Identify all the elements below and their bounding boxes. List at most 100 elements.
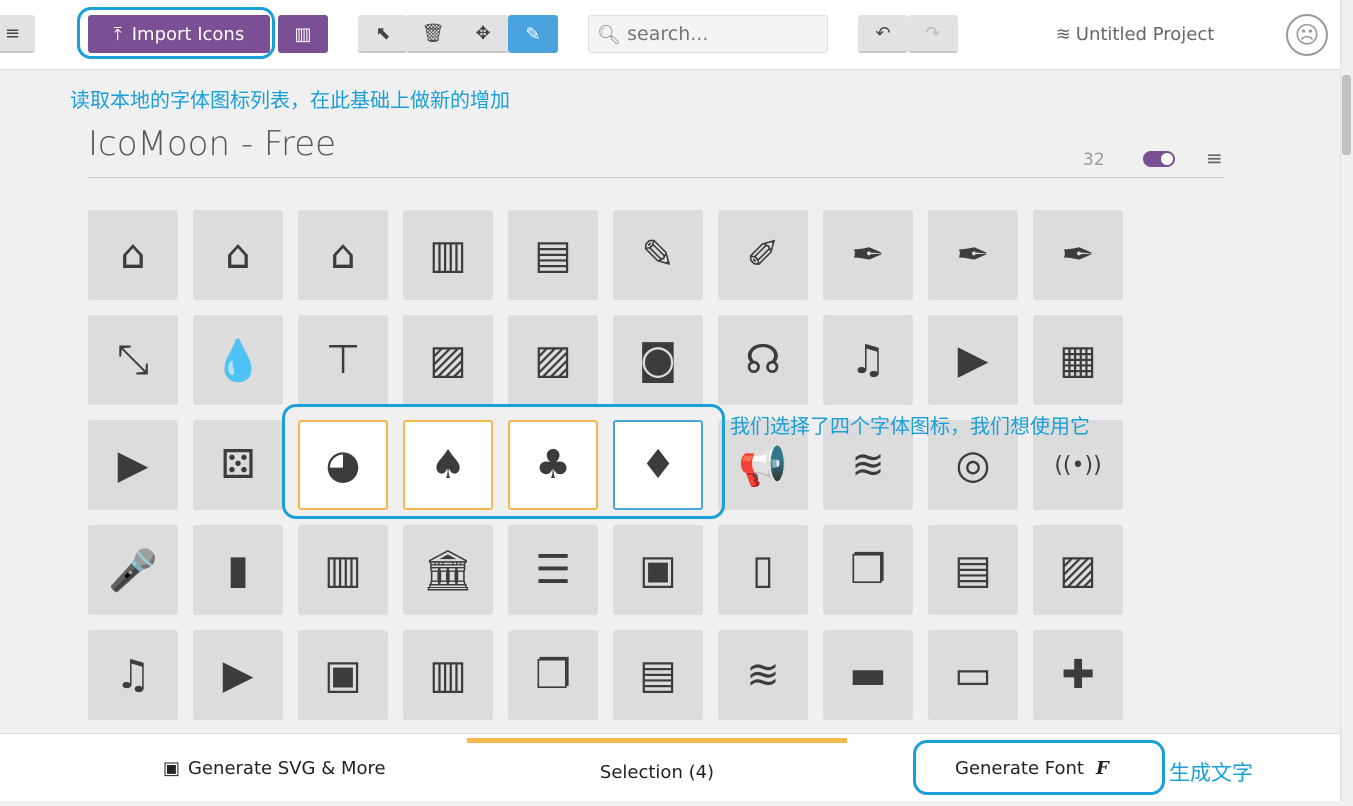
stack-icon: ≋ xyxy=(746,652,780,698)
icon-tile-file-text2[interactable]: ▤ xyxy=(928,525,1018,615)
delete-tool[interactable]: 🗑 xyxy=(408,15,458,53)
icon-tile-film[interactable]: ▦ xyxy=(1033,315,1123,405)
project-name: Untitled Project xyxy=(1075,23,1215,45)
icon-tile-file-text[interactable]: ☰ xyxy=(508,525,598,615)
icon-tile-eyedropper[interactable]: ⤡ xyxy=(88,315,178,405)
icon-tile-image[interactable]: ▨ xyxy=(403,315,493,405)
divider xyxy=(88,177,1225,178)
icon-tile-camera[interactable]: ◙ xyxy=(613,315,703,405)
icon-tile-home2[interactable]: ⌂ xyxy=(193,210,283,300)
trash-icon: 🗑 xyxy=(421,22,445,44)
droplet-icon: 💧 xyxy=(213,337,263,384)
icon-tile-images[interactable]: ▨ xyxy=(508,315,598,405)
icon-tile-file-zip[interactable]: ▥ xyxy=(403,630,493,720)
office-icon: ▥ xyxy=(429,232,467,278)
icon-tile-file-video[interactable]: ▣ xyxy=(298,630,388,720)
icon-tile-folder-open[interactable]: ▭ xyxy=(928,630,1018,720)
icon-tile-file-empty[interactable]: ▯ xyxy=(718,525,808,615)
icon-tile-home3[interactable]: ⌂ xyxy=(298,210,388,300)
selection-tab[interactable]: Selection (4) xyxy=(467,738,847,802)
icon-tile-music[interactable]: ♫ xyxy=(823,315,913,405)
play-icon: ▶ xyxy=(957,337,989,383)
icon-tile-file-play[interactable]: ▶ xyxy=(193,630,283,720)
image-icon: ▣ xyxy=(163,757,181,779)
selection-annotation: 我们选择了四个字体图标，我们想使用它 xyxy=(730,414,1090,438)
folder-open-icon: ▭ xyxy=(954,652,992,698)
icon-tile-play[interactable]: ▶ xyxy=(928,315,1018,405)
icon-tile-dice[interactable]: ⚄ xyxy=(193,420,283,510)
library-button[interactable]: ▥ xyxy=(278,15,328,53)
select-tool[interactable]: ⬉ xyxy=(358,15,408,53)
user-avatar[interactable]: ☹ xyxy=(1286,14,1328,56)
undo-button[interactable]: ↶ xyxy=(858,15,908,53)
redo-button[interactable]: ↷ xyxy=(908,15,958,53)
icon-tile-newspaper[interactable]: ▤ xyxy=(508,210,598,300)
books-icon: ▥ xyxy=(294,23,312,45)
project-menu[interactable]: ≋ Untitled Project xyxy=(1045,15,1225,53)
connection-icon: ≋ xyxy=(851,442,885,488)
music-icon: ♫ xyxy=(850,337,886,383)
home2-icon: ⌂ xyxy=(225,232,251,278)
podcast-icon: ◎ xyxy=(955,442,991,488)
pen-icon: ✒ xyxy=(956,232,990,278)
icon-count: 32 xyxy=(1083,150,1105,170)
copy-icon: ❐ xyxy=(535,652,571,698)
icon-tile-paint-format[interactable]: ⊤ xyxy=(298,315,388,405)
set-toggle[interactable] xyxy=(1143,151,1175,167)
icon-tile-stack[interactable]: ≋ xyxy=(718,630,808,720)
icon-tile-books[interactable]: ▥ xyxy=(298,525,388,615)
search-input[interactable] xyxy=(627,23,818,45)
scrollbar[interactable] xyxy=(1340,0,1353,801)
move-tool[interactable]: ✥ xyxy=(458,15,508,53)
icon-tile-pencil2[interactable]: ✐ xyxy=(718,210,808,300)
pencil-icon: ✎ xyxy=(641,232,675,278)
icon-tile-folder[interactable]: ▬ xyxy=(823,630,913,720)
move-icon: ✥ xyxy=(475,22,491,44)
icon-tile-droplet[interactable]: 💧 xyxy=(193,315,283,405)
icon-tile-folder-plus[interactable]: ✚ xyxy=(1033,630,1123,720)
headphones-icon: ☊ xyxy=(745,337,781,383)
icon-tile-mic[interactable]: 🎤 xyxy=(88,525,178,615)
search-icon: 🔍︎ xyxy=(597,23,622,46)
images-icon: ▨ xyxy=(534,337,572,383)
files-empty-icon: ❐ xyxy=(850,547,886,593)
edit-tool[interactable]: ✎ xyxy=(508,15,558,53)
icon-tile-video-camera[interactable]: ▶ xyxy=(88,420,178,510)
paste-icon: ▤ xyxy=(639,652,677,698)
icon-tile-file-picture[interactable]: ▨ xyxy=(1033,525,1123,615)
menu-button[interactable]: ≡ xyxy=(0,15,35,53)
icon-set-title: IcoMoon - Free xyxy=(88,124,337,164)
generate-svg-button[interactable]: ▣ Generate SVG & More xyxy=(163,734,386,802)
selection-label: Selection (4) xyxy=(599,761,715,783)
file-zip-icon: ▥ xyxy=(429,652,467,698)
home-icon: ⌂ xyxy=(120,232,146,278)
file-text2-icon: ▤ xyxy=(954,547,992,593)
search-box[interactable]: 🔍︎ xyxy=(588,15,828,53)
eyedropper-icon: ⤡ xyxy=(117,337,149,383)
pencil2-icon: ✐ xyxy=(746,232,780,278)
icon-tile-files-empty[interactable]: ❐ xyxy=(823,525,913,615)
icon-tile-quill[interactable]: ✒ xyxy=(823,210,913,300)
file-video-icon: ▣ xyxy=(324,652,362,698)
generate-font-highlight xyxy=(913,740,1165,795)
icon-tile-profile[interactable]: ▣ xyxy=(613,525,703,615)
folder-plus-icon: ✚ xyxy=(1061,652,1095,698)
icon-tile-copy[interactable]: ❐ xyxy=(508,630,598,720)
icon-tile-paste[interactable]: ▤ xyxy=(613,630,703,720)
icon-tile-book[interactable]: ▮ xyxy=(193,525,283,615)
selection-highlight xyxy=(282,404,725,519)
icon-tile-file-music[interactable]: ♫ xyxy=(88,630,178,720)
icon-tile-blog[interactable]: ✒ xyxy=(1033,210,1123,300)
camera-icon: ◙ xyxy=(638,337,678,383)
icon-tile-pen[interactable]: ✒ xyxy=(928,210,1018,300)
set-menu-icon[interactable]: ≡ xyxy=(1206,146,1223,170)
icon-tile-home[interactable]: ⌂ xyxy=(88,210,178,300)
book-icon: ▮ xyxy=(226,547,249,593)
import-annotation: 读取本地的字体图标列表，在此基础上做新的增加 xyxy=(70,88,510,112)
icon-tile-library[interactable]: 🏛 xyxy=(403,525,493,615)
icon-tile-headphones[interactable]: ☊ xyxy=(718,315,808,405)
face-icon: ☹ xyxy=(1294,21,1320,49)
icon-tile-pencil[interactable]: ✎ xyxy=(613,210,703,300)
icon-tile-office[interactable]: ▥ xyxy=(403,210,493,300)
generate-svg-label: Generate SVG & More xyxy=(188,757,386,779)
